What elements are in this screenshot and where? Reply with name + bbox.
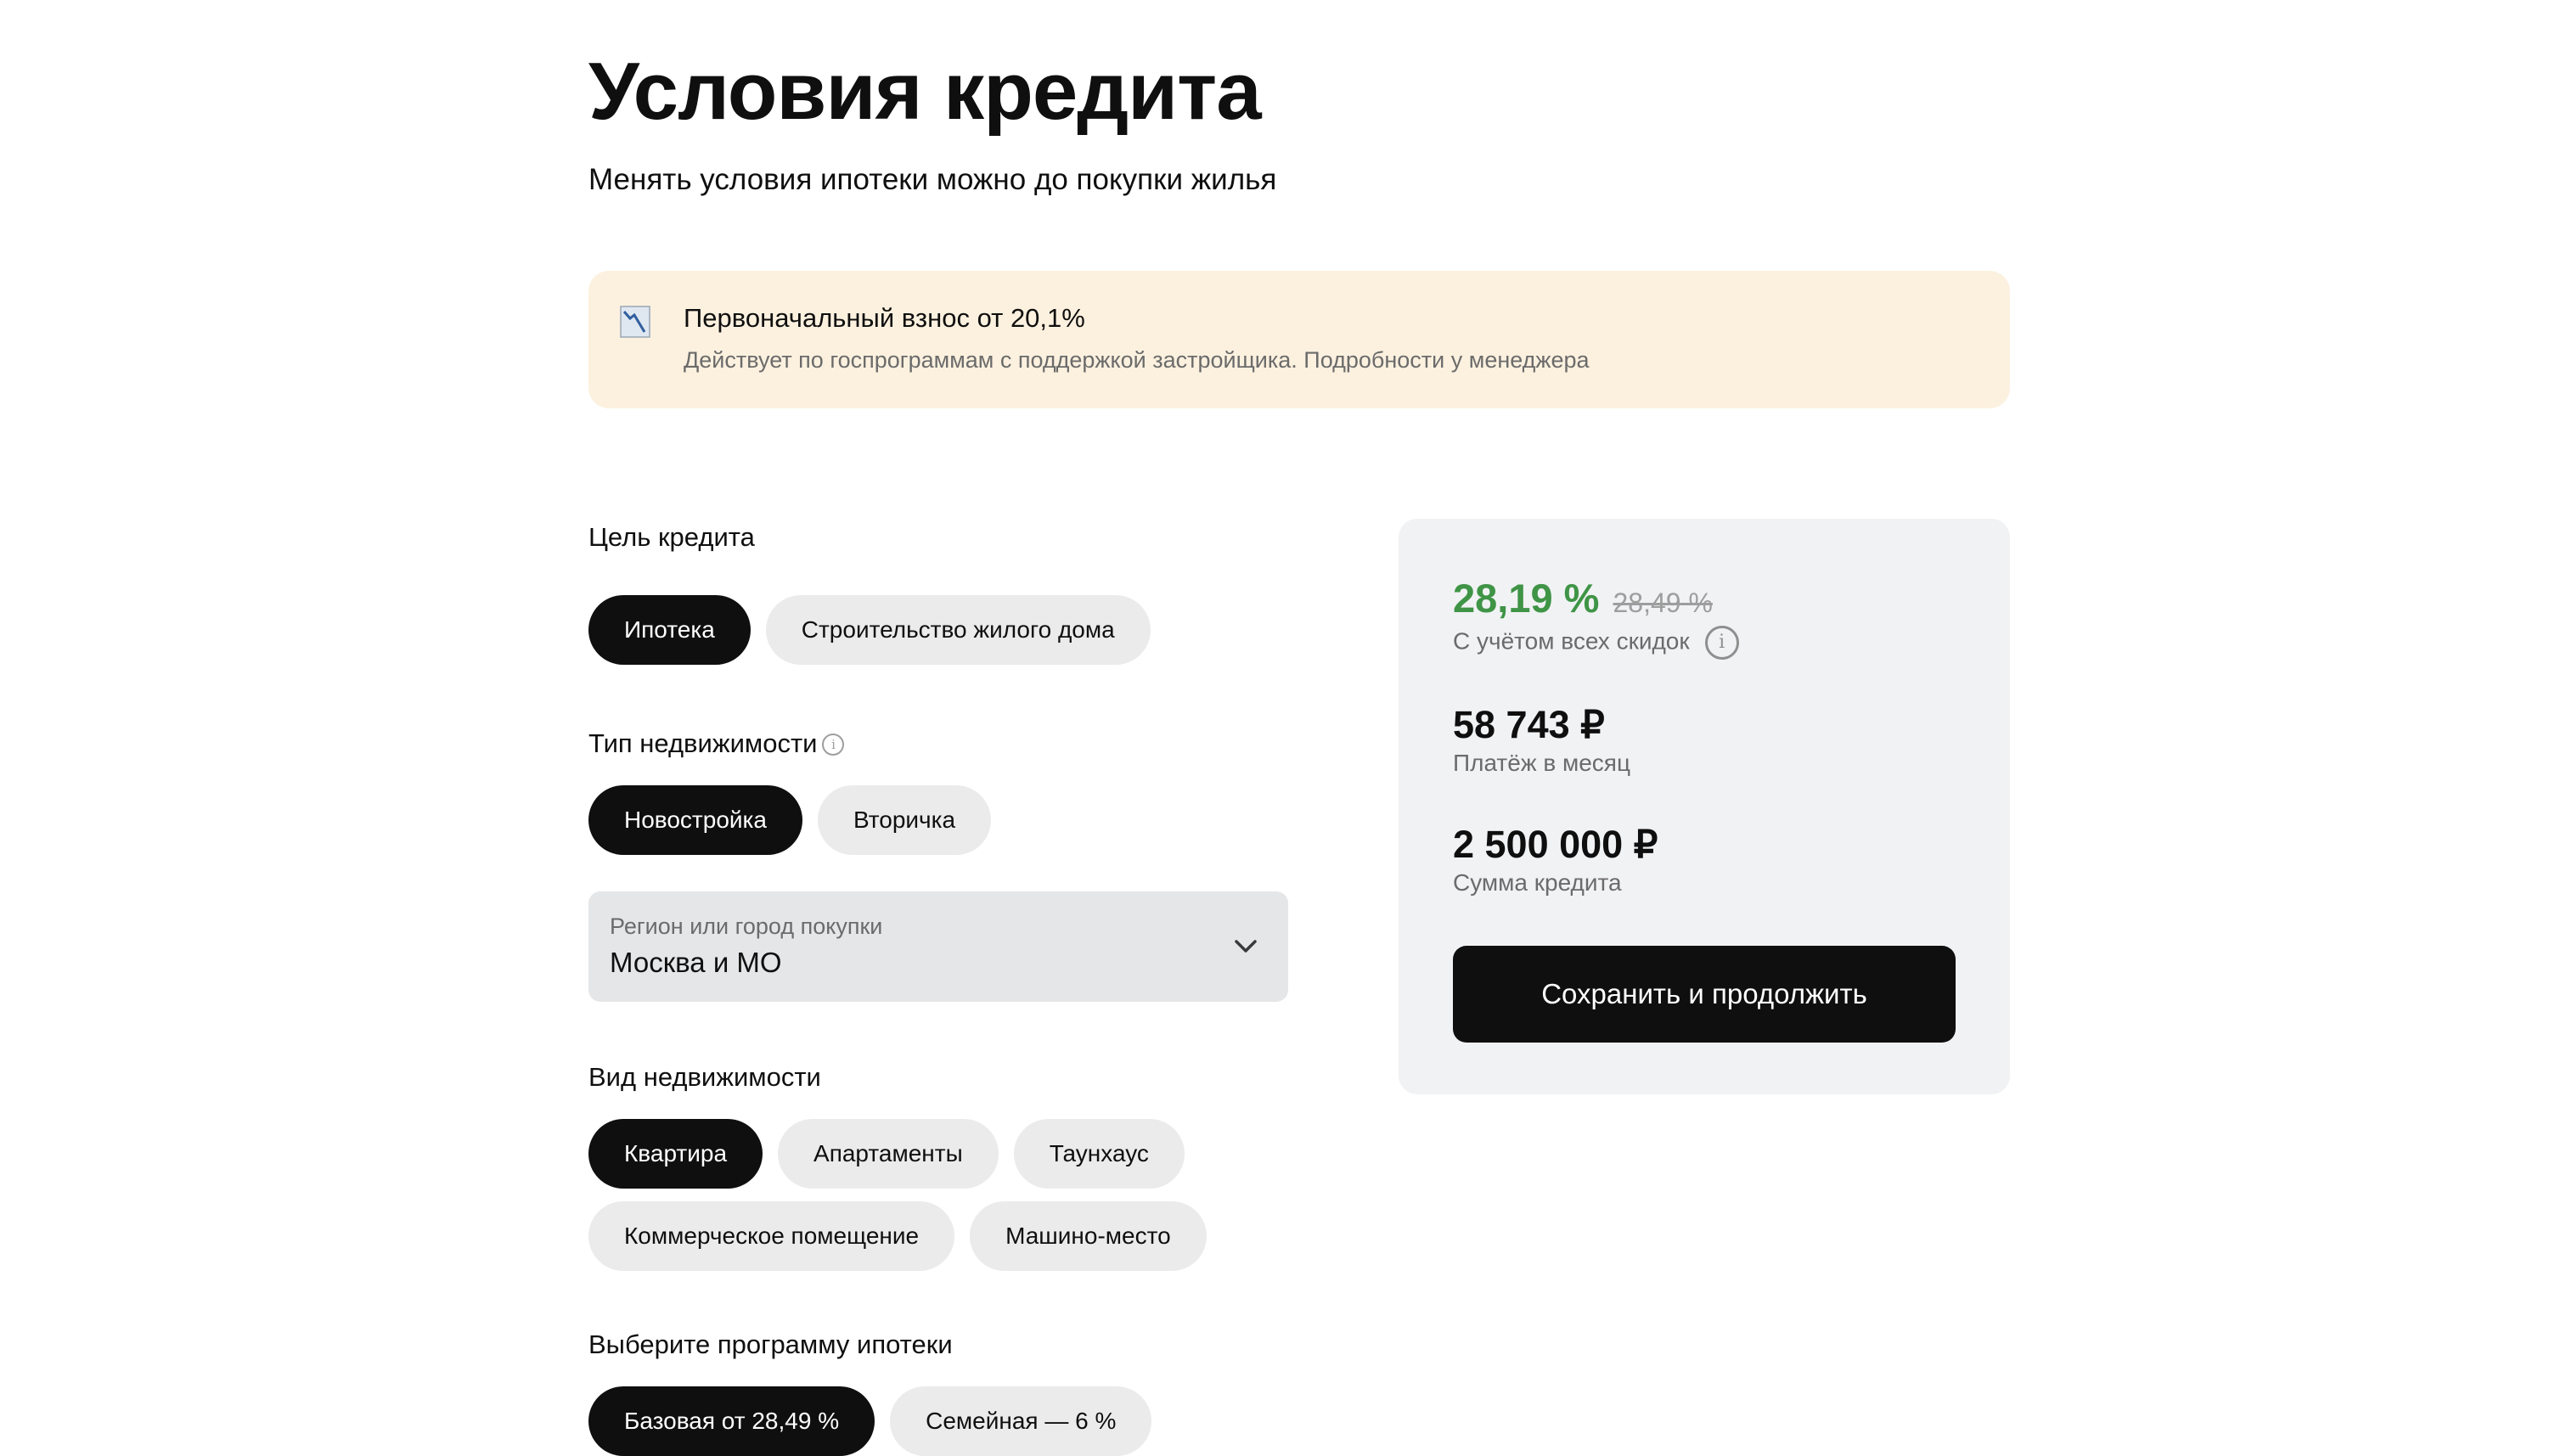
chip-apartments[interactable]: Апартаменты [778, 1119, 999, 1189]
rate-row: 28,19 % 28,49 % [1453, 575, 1713, 627]
region-select[interactable]: Регион или город покупки Москва и МО [588, 891, 1288, 1002]
notice-text: Действует по госпрограммам с поддержкой … [684, 347, 1590, 373]
loan-amount-caption: Сумма кредита [1453, 869, 1622, 896]
property-kind-options-row-2: Коммерческое помещение Машино-место [588, 1201, 1207, 1271]
property-kind-options-row-1: Квартира Апартаменты Таунхаус [588, 1119, 1185, 1189]
property-type-options: Новостройка Вторичка [588, 785, 992, 855]
chip-new-building[interactable]: Новостройка [588, 785, 802, 855]
monthly-payment-caption: Платёж в месяц [1453, 750, 1631, 776]
chart-down-icon [620, 306, 650, 338]
info-icon[interactable]: i [822, 734, 845, 756]
property-kind-label: Вид недвижимости [588, 1062, 821, 1092]
rate-caption: С учётом всех скидок i [1453, 626, 1739, 660]
loan-conditions-page: Условия кредита Менять условия ипотеки м… [588, 0, 2010, 1456]
chip-parking-space[interactable]: Машино-место [970, 1201, 1207, 1271]
property-type-label-text: Тип недвижимости [588, 728, 818, 758]
rate-caption-text: С учётом всех скидок [1453, 627, 1690, 655]
purpose-label: Цель кредита [588, 522, 755, 552]
monthly-payment-value: 58 743 ₽ [1453, 703, 1605, 746]
chip-townhouse[interactable]: Таунхаус [1013, 1119, 1185, 1189]
chip-apartment[interactable]: Квартира [588, 1119, 763, 1189]
info-icon[interactable]: i [1704, 626, 1739, 660]
chip-program-basic[interactable]: Базовая от 28,49 % [588, 1386, 875, 1456]
purpose-options: Ипотека Строительство жилого дома [588, 595, 1151, 665]
chevron-down-icon [1235, 940, 1257, 953]
chip-house-construction[interactable]: Строительство жилого дома [765, 595, 1151, 665]
chip-commercial[interactable]: Коммерческое помещение [588, 1201, 955, 1271]
page-subtitle: Менять условия ипотеки можно до покупки … [588, 163, 1277, 196]
down-payment-notice: Первоначальный взнос от 20,1% Действует … [588, 271, 2010, 408]
region-select-value: Москва и МО [610, 947, 782, 978]
page-title: Условия кредита [588, 46, 1262, 137]
chip-program-family[interactable]: Семейная — 6 % [890, 1386, 1152, 1456]
program-label: Выберите программу ипотеки [588, 1330, 953, 1359]
property-type-label: Тип недвижимости i [588, 727, 845, 761]
old-rate-value: 28,49 % [1613, 587, 1713, 618]
notice-title: Первоначальный взнос от 20,1% [684, 303, 1085, 333]
program-options: Базовая от 28,49 % Семейная — 6 % [588, 1386, 1152, 1456]
chip-secondary[interactable]: Вторичка [817, 785, 992, 855]
chip-mortgage[interactable]: Ипотека [588, 595, 751, 665]
rate-value: 28,19 % [1453, 576, 1600, 621]
loan-summary-panel: 28,19 % 28,49 % С учётом всех скидок i 58 … [1399, 519, 2010, 1094]
region-select-label: Регион или город покупки [610, 914, 883, 939]
loan-amount-value: 2 500 000 ₽ [1453, 823, 1658, 866]
save-and-continue-button[interactable]: Сохранить и продолжить [1453, 946, 1956, 1043]
